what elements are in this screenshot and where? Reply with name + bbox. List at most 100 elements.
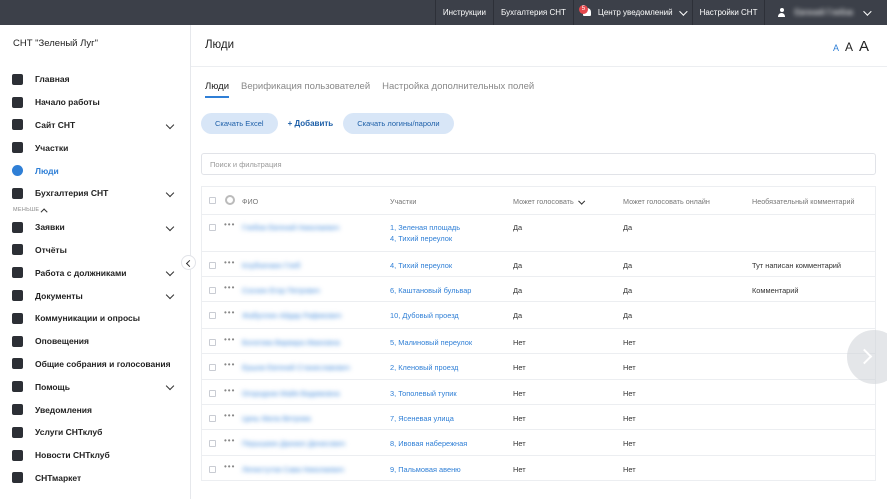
tab-people[interactable]: Люди — [205, 81, 230, 98]
person-name-link[interactable]: Богатова Варвара Ивановна — [242, 338, 340, 347]
more-icon[interactable]: ••• — [224, 360, 235, 369]
sidebar-item-8[interactable]: Работа с должниками — [0, 261, 191, 284]
sidebar-item-9[interactable]: Документы — [0, 284, 191, 307]
sidebar-item-15[interactable]: Услуги СНТклуб — [0, 421, 191, 444]
report-icon — [12, 244, 23, 256]
plot-link[interactable]: 8, Ивовая набережная — [390, 438, 467, 449]
row-checkbox[interactable] — [209, 262, 216, 269]
sidebar-item-4[interactable]: Люди — [0, 159, 191, 182]
font-size-medium-button[interactable]: A — [845, 40, 853, 54]
sidebar-item-7[interactable]: Отчёты — [0, 239, 191, 262]
sidebar-item-label: СНТмаркет — [35, 472, 82, 483]
column-header-comment[interactable]: Необязательный комментарий — [752, 197, 855, 206]
user-menu[interactable]: Евгений Глебов — [764, 0, 887, 25]
plot-link[interactable]: 2, Кленовый проезд — [390, 362, 458, 373]
plot-link[interactable]: 7, Ясеневая улица — [390, 413, 454, 424]
can-vote-cell: Нет — [513, 389, 526, 398]
column-header-can-vote-online[interactable]: Может голосовать онлайн — [623, 197, 710, 206]
sidebar-item-0[interactable]: Главная — [0, 68, 191, 91]
table-row[interactable]: ••• Жабуллин Айдар Рафикович 10, Дубовый п… — [202, 302, 875, 329]
chevron-down-icon — [165, 222, 175, 232]
row-checkbox[interactable] — [209, 390, 216, 397]
row-checkbox[interactable] — [209, 339, 216, 346]
settings-link[interactable]: Настройки СНТ — [691, 0, 765, 25]
table-row[interactable]: ••• Ершов Евгений Станиславович 2, Кленовы… — [202, 354, 875, 380]
more-icon[interactable]: ••• — [224, 220, 235, 229]
column-header-name[interactable]: ФИО — [242, 197, 258, 206]
sidebar-item-12[interactable]: Общие собрания и голосования — [0, 353, 191, 376]
instructions-link[interactable]: Инструкции — [434, 0, 493, 25]
gear-icon[interactable] — [225, 195, 235, 205]
tab-verification[interactable]: Верификация пользователей — [241, 81, 370, 98]
sidebar-item-2[interactable]: Сайт СНТ — [0, 114, 191, 137]
search-input[interactable] — [201, 153, 876, 175]
more-icon[interactable]: ••• — [224, 436, 235, 445]
plot-link[interactable]: 5, Малиновый переулок — [390, 337, 472, 348]
tab-extra-fields[interactable]: Настройка дополнительных полей — [382, 81, 534, 98]
font-size-small-button[interactable]: A — [833, 43, 839, 53]
plot-link[interactable]: 1, Зеленая площадь — [390, 222, 460, 233]
more-icon[interactable]: ••• — [224, 335, 235, 344]
more-icon[interactable]: ••• — [224, 462, 235, 471]
select-all-checkbox[interactable] — [209, 197, 216, 204]
table-row[interactable]: ••• Огородник Майя Вадимовна 3, Тополевый … — [202, 380, 875, 405]
table-row[interactable]: ••• Соснин Егор Петрович 6, Каштановый бул… — [202, 277, 875, 302]
plot-link[interactable]: 6, Каштановый бульвар — [390, 285, 471, 296]
row-checkbox[interactable] — [209, 415, 216, 422]
table-row[interactable]: ••• Глебов Евгений Николаевич 1, Зеленая п… — [202, 215, 875, 252]
more-icon[interactable]: ••• — [224, 386, 235, 395]
row-checkbox[interactable] — [209, 440, 216, 447]
accounting-link[interactable]: Бухгалтерия СНТ — [493, 0, 573, 25]
table-row[interactable]: ••• Богатова Варвара Ивановна 5, Малиновый… — [202, 329, 875, 354]
row-checkbox[interactable] — [209, 364, 216, 371]
download-excel-button[interactable]: Скачать Excel — [201, 113, 278, 134]
sidebar-item-11[interactable]: Оповещения — [0, 330, 191, 353]
plot-link[interactable]: 4, Тихий переулок — [390, 260, 452, 271]
table-row[interactable]: ••• Цинь Мила Ветрова 7, Ясеневая улица Нет… — [202, 405, 875, 430]
person-name-link[interactable]: Лепистутов Сава Николаевич — [242, 465, 344, 474]
sidebar-item-label: Помощь — [35, 381, 70, 392]
plot-link[interactable]: 9, Пальмовая авеню — [390, 464, 461, 475]
add-button[interactable]: + Добавить — [288, 119, 334, 128]
row-checkbox[interactable] — [209, 287, 216, 294]
download-logins-button[interactable]: Скачать логины/пароли — [343, 113, 454, 134]
sidebar-item-16[interactable]: Новости СНТклуб — [0, 444, 191, 467]
more-icon[interactable]: ••• — [224, 308, 235, 317]
plot-link[interactable]: 4, Тихий переулок — [390, 233, 460, 244]
person-name-link[interactable]: Жабуллин Айдар Рафикович — [242, 311, 342, 320]
column-header-plots[interactable]: Участки — [390, 197, 416, 206]
plot-link[interactable]: 10, Дубовый проезд — [390, 310, 459, 321]
person-name-link[interactable]: Огородник Майя Вадимовна — [242, 389, 340, 398]
sidebar-item-10[interactable]: Коммуникации и опросы — [0, 307, 191, 330]
table-row[interactable]: ••• Перышкин Даниил Денисович 8, Ивовая на… — [202, 430, 875, 456]
sidebar-item-17[interactable]: СНТмаркет — [0, 467, 191, 490]
chevron-down-icon — [578, 197, 585, 204]
font-size-large-button[interactable]: A — [859, 38, 869, 55]
sidebar-item-3[interactable]: Участки — [0, 136, 191, 159]
notifications-menu[interactable]: 5 Центр уведомлений — [572, 0, 692, 25]
person-name-link[interactable]: Перышкин Даниил Денисович — [242, 439, 345, 448]
sidebar-item-6[interactable]: Заявки — [0, 216, 191, 239]
table-row[interactable]: ••• Клубничкин Глеб 4, Тихий переулок Да Да Т… — [202, 252, 875, 277]
sidebar-item-5[interactable]: Бухгалтерия СНТ — [0, 182, 191, 205]
person-name-link[interactable]: Соснин Егор Петрович — [242, 286, 320, 295]
sidebar-less-toggle[interactable]: МЕНЬШЕ — [0, 205, 191, 216]
sidebar-item-13[interactable]: Помощь — [0, 375, 191, 398]
row-checkbox[interactable] — [209, 312, 216, 319]
collapse-sidebar-button[interactable] — [181, 255, 196, 270]
plot-link[interactable]: 3, Тополевый тупик — [390, 388, 457, 399]
sidebar-item-label: Коммуникации и опросы — [35, 313, 141, 324]
person-name-link[interactable]: Клубничкин Глеб — [242, 261, 300, 270]
table-row[interactable]: ••• Лепистутов Сава Николаевич 9, Пальмова… — [202, 456, 875, 481]
row-checkbox[interactable] — [209, 224, 216, 231]
column-header-can-vote[interactable]: Может голосовать — [513, 197, 585, 206]
more-icon[interactable]: ••• — [224, 283, 235, 292]
person-name-link[interactable]: Цинь Мила Ветрова — [242, 414, 311, 423]
person-name-link[interactable]: Глебов Евгений Николаевич — [242, 223, 339, 232]
more-icon[interactable]: ••• — [224, 411, 235, 420]
sidebar-item-1[interactable]: Начало работы — [0, 91, 191, 114]
person-name-link[interactable]: Ершов Евгений Станиславович — [242, 363, 350, 372]
sidebar-item-14[interactable]: Уведомления — [0, 398, 191, 421]
more-icon[interactable]: ••• — [224, 258, 235, 267]
row-checkbox[interactable] — [209, 466, 216, 473]
